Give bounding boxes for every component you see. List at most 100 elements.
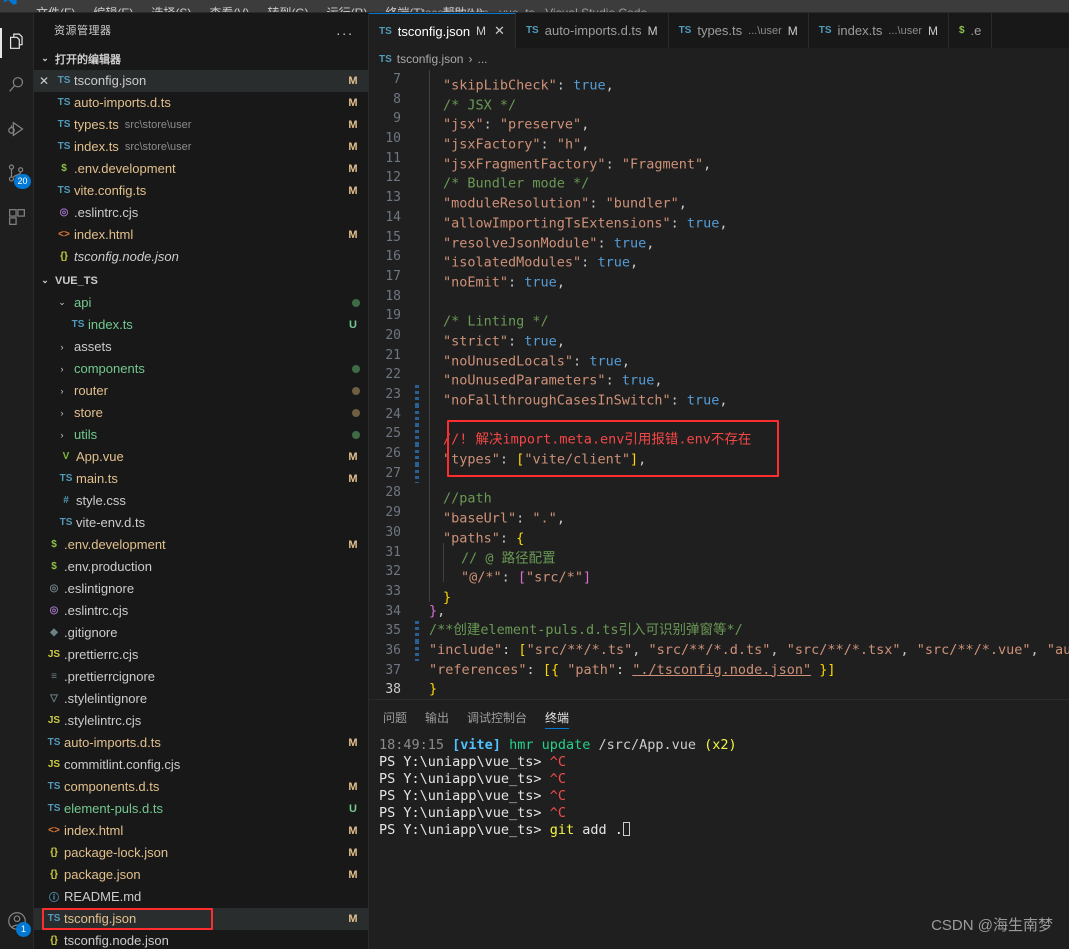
tree-file-row[interactable]: ◎ .eslintrc.cjs (34, 600, 368, 622)
code-line[interactable]: 31 // @ 路径配置 (369, 542, 1069, 566)
activity-extensions[interactable] (0, 197, 34, 241)
tree-file-row[interactable]: {} tsconfig.node.json (34, 930, 368, 949)
code-line[interactable]: 17 "noEmit": true, (369, 266, 1069, 291)
line-content[interactable]: "strict": true, (419, 325, 565, 350)
tree-file-row[interactable]: <> index.html M (34, 820, 368, 842)
tree-file-row[interactable]: # style.css (34, 490, 368, 512)
tree-file-row[interactable]: TS tsconfig.json M (34, 907, 368, 930)
code-line[interactable]: 35 /**创建element-puls.d.ts引入可识别弹窗等*/ (369, 621, 1069, 641)
menu-item-5[interactable]: 运行(R) (319, 7, 376, 12)
chevron-right-icon[interactable]: › (56, 364, 68, 374)
tree-folder-row[interactable]: › store (34, 402, 368, 424)
activity-explorer[interactable] (0, 21, 34, 65)
line-content[interactable] (419, 404, 443, 425)
open-editor-row[interactable]: TS vite.config.ts M (34, 180, 368, 202)
line-content[interactable]: //path (419, 483, 492, 507)
tree-folder-row[interactable]: › components (34, 358, 368, 380)
code-line[interactable]: 36 "include": ["src/**/*.ts", "src/**/*.d… (369, 640, 1069, 661)
code-line[interactable]: 38} (369, 680, 1069, 699)
code-line[interactable]: 8 /* JSX */ (369, 89, 1069, 113)
line-content[interactable]: "noUnusedLocals": true, (419, 345, 630, 369)
tree-file-row[interactable]: JS commitlint.config.cjs (34, 754, 368, 776)
explorer-more-actions-icon[interactable]: ... (336, 22, 362, 38)
code-line[interactable]: 37 "references": [{ "path": "./tsconfig.n… (369, 661, 1069, 681)
menu-item-1[interactable]: 编辑(E) (85, 7, 141, 12)
terminal-output[interactable]: 18:49:15 [vite] hmr update /src/App.vue … (369, 735, 1069, 949)
line-content[interactable]: "isolatedModules": true, (419, 247, 638, 271)
open-editors-section-header[interactable]: ⌄ 打开的编辑器 (34, 48, 368, 70)
code-line[interactable]: 7 "skipLibCheck": true, (369, 70, 1069, 94)
tree-file-row[interactable]: $ .env.production (34, 556, 368, 578)
open-editor-row[interactable]: ◎ .eslintrc.cjs (34, 202, 368, 224)
line-content[interactable]: /* Bundler mode */ (419, 168, 589, 192)
line-content[interactable]: "allowImportingTsExtensions": true, (419, 207, 728, 232)
code-line[interactable]: 28 //path (369, 483, 1069, 507)
code-line[interactable]: 16 "isolatedModules": true, (369, 247, 1069, 271)
code-line[interactable]: 23 "noFallthroughCasesInSwitch": true, (369, 385, 1069, 409)
line-content[interactable]: "noFallthroughCasesInSwitch": true, (419, 385, 728, 409)
tree-file-row[interactable]: V App.vue M (34, 446, 368, 468)
code-line[interactable]: 30 "paths": { (369, 522, 1069, 547)
panel-tab[interactable]: 调试控制台 (467, 700, 527, 735)
line-content[interactable]: "jsx": "preserve", (419, 109, 589, 133)
line-content[interactable]: "@/*": ["src/*"] (419, 562, 591, 586)
code-line[interactable]: 21 "noUnusedLocals": true, (369, 345, 1069, 369)
line-content[interactable]: "baseUrl": ".", (419, 503, 565, 527)
breadcrumb[interactable]: TS tsconfig.json › ... (369, 48, 1069, 70)
editor-tab[interactable]: TS types.ts ...\user M (669, 13, 809, 48)
tree-folder-row[interactable]: ⌄ api (34, 292, 368, 314)
tree-folder-row[interactable]: › utils (34, 424, 368, 446)
activity-account[interactable]: 1 (0, 901, 34, 945)
menu-item-3[interactable]: 查看(V) (201, 7, 257, 12)
code-line[interactable]: 32 "@/*": ["src/*"] (369, 562, 1069, 586)
line-content[interactable]: "skipLibCheck": true, (419, 70, 614, 94)
line-content[interactable]: "noUnusedParameters": true, (419, 365, 662, 389)
editor-tab[interactable]: TS tsconfig.json M ✕ (369, 13, 516, 48)
menu-item-2[interactable]: 选择(S) (143, 7, 199, 12)
tree-file-row[interactable]: TS auto-imports.d.ts M (34, 732, 368, 754)
project-section-header[interactable]: ⌄ VUE_TS (34, 270, 368, 292)
line-content[interactable]: } (419, 581, 451, 606)
open-editor-row[interactable]: TS types.ts src\store\user M (34, 114, 368, 136)
tree-file-row[interactable]: TS index.ts U (34, 314, 368, 336)
activity-run-debug[interactable] (0, 109, 34, 153)
line-content[interactable]: "paths": { (419, 522, 524, 547)
tree-file-row[interactable]: TS components.d.ts M (34, 776, 368, 798)
menu-bar[interactable]: 文件(F) 编辑(E) 选择(S) 查看(V) 转到(G) 运行(R) 终端(T) 帮助(H) (28, 0, 491, 12)
line-content[interactable]: /* Linting */ (419, 306, 549, 330)
open-editor-row[interactable]: ✕ TS tsconfig.json M (34, 69, 368, 92)
chevron-down-icon[interactable]: ⌄ (56, 297, 68, 308)
line-content[interactable]: "moduleResolution": "bundler", (419, 188, 687, 212)
line-content[interactable]: } (419, 680, 437, 699)
chevron-right-icon[interactable]: › (56, 430, 68, 440)
tree-folder-row[interactable]: › router (34, 380, 368, 402)
close-editor-icon[interactable]: ✕ (34, 74, 54, 88)
code-line[interactable]: 29 "baseUrl": ".", (369, 503, 1069, 527)
tree-file-row[interactable]: TS main.ts M (34, 468, 368, 490)
line-content[interactable] (419, 286, 443, 307)
line-content[interactable]: "types": ["vite/client"], (419, 444, 646, 468)
code-line[interactable]: 10 "jsxFactory": "h", (369, 129, 1069, 153)
code-line[interactable]: 13 "moduleResolution": "bundler", (369, 188, 1069, 212)
line-content[interactable] (419, 463, 443, 484)
tree-file-row[interactable]: {} package-lock.json M (34, 842, 368, 864)
tree-file-row[interactable]: ◎ .eslintignore (34, 578, 368, 600)
chevron-right-icon[interactable]: › (56, 386, 68, 396)
menu-item-0[interactable]: 文件(F) (28, 7, 83, 12)
open-editor-row[interactable]: TS auto-imports.d.ts M (34, 92, 368, 114)
tree-file-row[interactable]: TS vite-env.d.ts (34, 512, 368, 534)
tree-file-row[interactable]: ◆ .gitignore (34, 622, 368, 644)
tree-file-row[interactable]: JS .prettierrc.cjs (34, 644, 368, 666)
line-content[interactable]: "resolveJsonModule": true, (419, 227, 654, 251)
line-content[interactable]: "include": ["src/**/*.ts", "src/**/*.d.t… (419, 641, 1069, 661)
code-editor[interactable]: 7 "skipLibCheck": true, 8 /* JSX */ 9 "jsx": … (369, 70, 1069, 699)
chevron-right-icon[interactable]: › (56, 342, 68, 352)
panel-tab[interactable]: 终端 (545, 700, 570, 735)
line-content[interactable]: // @ 路径配置 (419, 542, 556, 566)
line-content[interactable]: /**创建element-puls.d.ts引入可识别弹窗等*/ (419, 621, 743, 641)
tree-file-row[interactable]: ⓘ README.md (34, 886, 368, 908)
breadcrumb-file[interactable]: tsconfig.json (397, 52, 464, 66)
line-content[interactable]: }, (419, 602, 445, 622)
open-editor-row[interactable]: $ .env.development M (34, 158, 368, 180)
code-line[interactable]: 19 /* Linting */ (369, 306, 1069, 330)
